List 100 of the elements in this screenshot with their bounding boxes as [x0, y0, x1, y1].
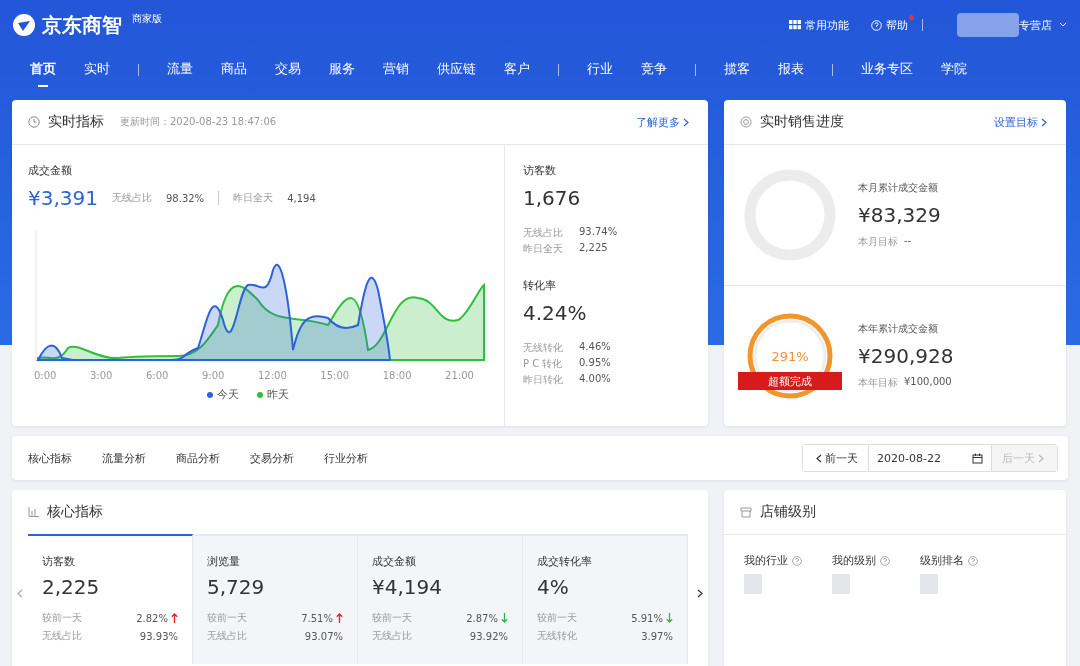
metric-label: 成交转化率: [537, 554, 593, 569]
stat-label: P C 转化: [523, 357, 564, 371]
nav-tab[interactable]: 实时: [70, 52, 124, 88]
metric-value: 4.24%: [523, 301, 588, 325]
grid-icon: [789, 20, 801, 30]
stat-value: 93.93%: [139, 630, 178, 642]
metric-value: 2,225: [42, 575, 101, 599]
stat-value: 93.74%: [579, 226, 619, 239]
axis-tick-label: 9:00: [202, 370, 225, 381]
legend-item: 今天: [207, 387, 239, 402]
target-value: --: [904, 235, 912, 248]
card-title: 实时指标: [48, 113, 104, 131]
shop-type-label: 专营店: [1019, 17, 1052, 33]
metric-label: 转化率: [523, 278, 557, 293]
help-icon[interactable]: [880, 555, 890, 566]
chevron-right-icon: [1038, 453, 1044, 463]
chevron-left-icon: [17, 589, 23, 598]
metric-label: 浏览量: [207, 554, 241, 569]
analysis-tab[interactable]: 商品分析: [176, 450, 220, 466]
stat-label: 无线占比: [372, 629, 412, 643]
progress-value: ¥290,928: [858, 344, 954, 368]
nav-tab[interactable]: 流量: [153, 52, 207, 88]
nav-tab[interactable]: 商品: [207, 52, 261, 88]
nav-tab[interactable]: 服务: [315, 52, 369, 88]
legend-item: 昨天: [257, 387, 289, 402]
blurred-shop-name: [957, 13, 1019, 37]
axis-tick-label: 12:00: [258, 370, 287, 381]
chevron-left-icon: [816, 453, 822, 463]
stat-value: 2,225: [579, 242, 609, 255]
stat-value: 4.46%: [579, 341, 612, 354]
target-label: 本年目标: [858, 376, 898, 390]
logo-text: 京东商智: [42, 11, 122, 39]
progress-label: 本年累计成交金额: [858, 322, 939, 336]
nav-tab[interactable]: 竞争: [627, 52, 681, 88]
nav-tab[interactable]: 业务专区: [847, 52, 927, 88]
analysis-tab[interactable]: 流量分析: [102, 450, 146, 466]
analysis-tab[interactable]: 核心指标: [28, 450, 72, 466]
learn-more-link[interactable]: 了解更多: [636, 114, 692, 130]
bar-chart-icon: [28, 507, 39, 517]
stat-label: 无线占比: [112, 191, 152, 205]
edition-label: 商家版: [132, 12, 162, 26]
blurred-value: [744, 574, 762, 594]
card-title: 店铺级别: [760, 503, 816, 521]
axis-tick-label: 0:00: [34, 370, 57, 381]
stat-label: 无线占比: [207, 629, 247, 643]
nav-tab[interactable]: 交易: [261, 52, 315, 88]
help-icon[interactable]: [792, 555, 802, 566]
update-time: 更新时间：2020-08-23 18:47:06: [120, 115, 277, 129]
nav-tab[interactable]: 客户: [490, 52, 544, 88]
nav-tab[interactable]: 报表: [764, 52, 818, 88]
nav-tab[interactable]: 学院: [927, 52, 981, 88]
nav-tab[interactable]: 行业: [573, 52, 627, 88]
stat-label: 无线转化: [523, 341, 564, 355]
axis-tick-label: 15:00: [320, 370, 350, 381]
blurred-value: [832, 574, 850, 594]
stat-value: 4.00%: [579, 373, 612, 386]
analysis-tab[interactable]: 交易分析: [250, 450, 294, 466]
metric-value: 5,729: [207, 575, 266, 599]
card-title: 核心指标: [47, 503, 103, 521]
nav-tab[interactable]: 营销: [369, 52, 423, 88]
logo-icon: [12, 13, 36, 37]
stat-label: 无线占比: [42, 629, 82, 643]
stat-value: 3.97%: [641, 630, 673, 642]
stat-label: 昨日全天: [523, 242, 564, 256]
metric-value: ¥3,391: [28, 186, 98, 210]
axis-tick-label: 18:00: [382, 370, 412, 381]
metric-label: 访客数: [42, 554, 76, 569]
stat-label: 无线占比: [523, 226, 564, 240]
stat-value: 0.95%: [579, 357, 612, 370]
metric-value: 4%: [537, 575, 570, 599]
help-button[interactable]: 帮助: [871, 17, 908, 33]
nav-tab[interactable]: 首页: [16, 52, 70, 88]
stat-value: 2.87%: [466, 612, 498, 624]
column-label: 我的行业: [744, 553, 788, 568]
progress-value: ¥83,329: [858, 203, 941, 227]
analysis-tab[interactable]: 行业分析: [324, 450, 368, 466]
column-label: 我的级别: [832, 553, 876, 568]
column-label: 级别排名: [920, 553, 964, 568]
metric-label: 访客数: [523, 163, 557, 178]
set-target-link[interactable]: 设置目标: [994, 114, 1050, 130]
apps-button[interactable]: 常用功能: [789, 17, 849, 33]
help-icon: [871, 19, 882, 31]
nav-tab[interactable]: 揽客: [710, 52, 764, 88]
stat-value: 2.82%: [136, 612, 168, 624]
stat-label: 昨日转化: [523, 373, 564, 387]
shop-icon: [740, 506, 752, 518]
nav-tab[interactable]: 供应链: [423, 52, 490, 88]
help-icon[interactable]: [968, 555, 978, 566]
metric-value: 1,676: [523, 186, 582, 210]
chevron-right-icon: [683, 117, 689, 127]
metric-label: 成交金额: [28, 163, 73, 178]
chevron-right-icon: [697, 589, 703, 598]
target-label: 本月目标: [858, 235, 898, 249]
stat-label: 无线转化: [537, 629, 577, 643]
metric-value: ¥4,194: [372, 575, 443, 599]
stat-value: 93.92%: [469, 630, 508, 642]
progress-percent: 291%: [771, 348, 809, 364]
axis-tick-label: 21:00: [445, 370, 474, 381]
chevron-right-icon: [1041, 117, 1047, 127]
stat-value: 98.32%: [166, 192, 205, 204]
